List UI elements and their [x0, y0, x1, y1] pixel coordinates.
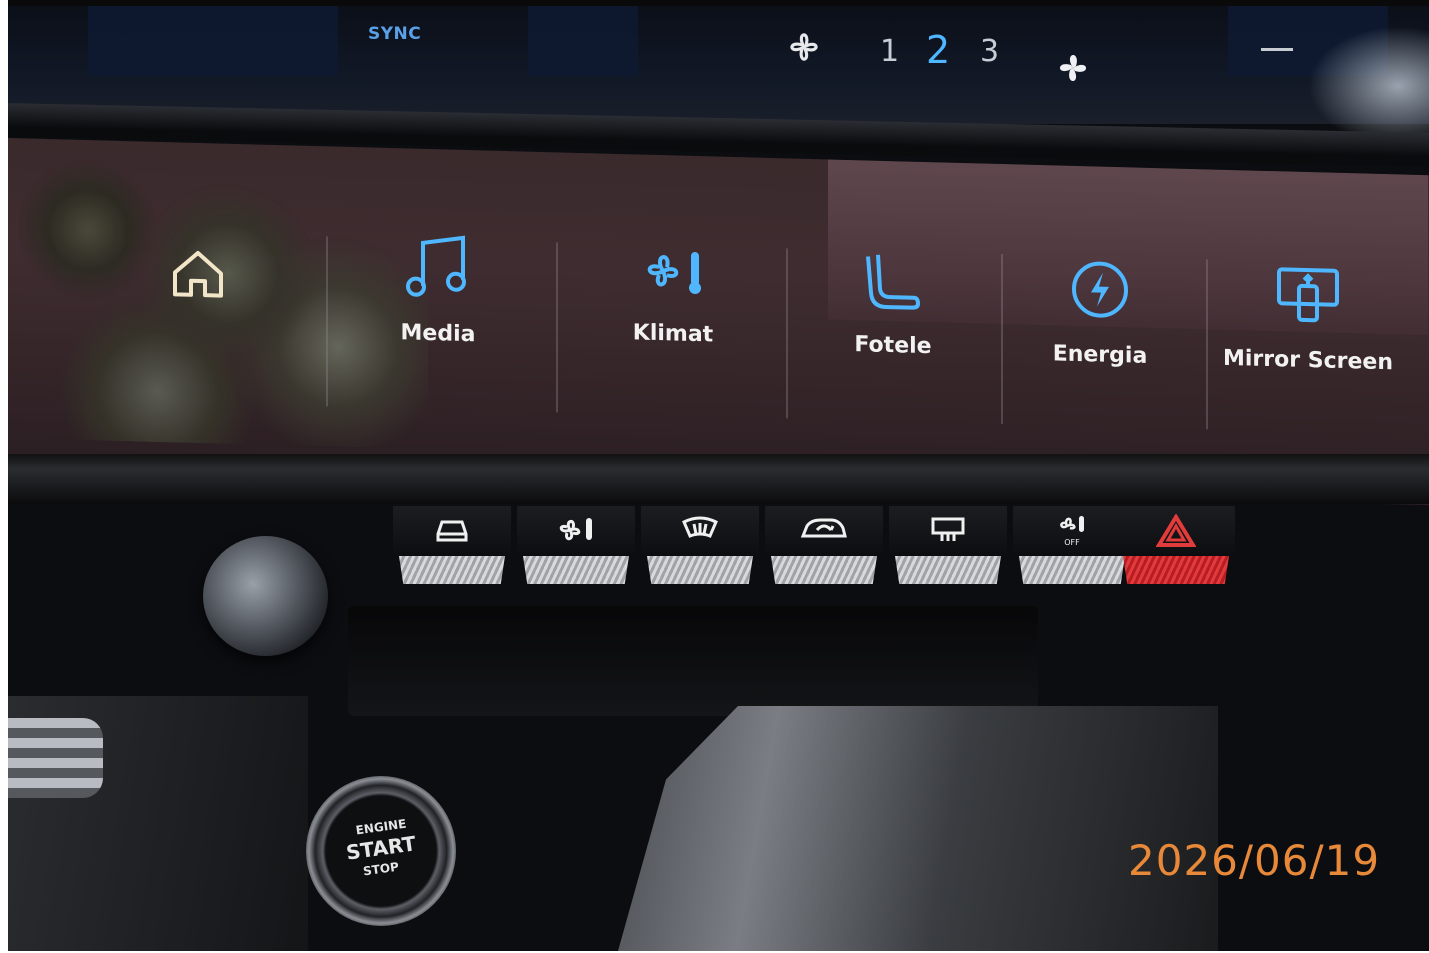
sync-button[interactable]: SYNC [368, 24, 421, 44]
mirror-screen-icon [1277, 267, 1339, 323]
temperature-minus-button[interactable] [1261, 48, 1293, 51]
car-settings-button[interactable] [393, 506, 511, 592]
music-note-icon [406, 235, 466, 297]
menu-tile-mirror-screen[interactable]: Mirror Screen [1198, 261, 1418, 417]
tile-divider [556, 242, 558, 413]
tile-divider [786, 248, 788, 419]
climate-off-button[interactable]: OFF [1013, 506, 1131, 592]
menu-tile-label: Klimat [632, 320, 714, 348]
display-pane [88, 6, 338, 76]
center-console [618, 706, 1218, 951]
rear-defrost-icon [931, 517, 965, 541]
light-glare [1308, 26, 1429, 146]
home-icon [173, 250, 223, 298]
lightning-icon [1072, 261, 1128, 318]
menu-tile-label: Media [400, 320, 476, 348]
button-strip [647, 556, 753, 584]
off-label: OFF [1064, 538, 1080, 547]
fan-temp-icon [559, 518, 592, 541]
button-strip [895, 556, 1001, 584]
menu-tile-home[interactable] [98, 240, 298, 395]
display-pane [528, 6, 638, 76]
fan-speed-1[interactable]: 1 [880, 34, 899, 69]
upper-display: SYNC 1 2 3 [8, 6, 1429, 146]
climate-button[interactable] [517, 506, 635, 592]
car-icon [436, 520, 468, 542]
button-strip [523, 556, 629, 584]
menu-tile-energia[interactable]: Energia [1000, 254, 1200, 409]
lower-bezel [8, 454, 1429, 504]
tile-divider [326, 236, 328, 407]
menu-tile-fotele[interactable]: Fotele [793, 247, 993, 402]
button-strip [1123, 556, 1229, 584]
fan-speed-3[interactable]: 3 [980, 34, 999, 69]
hazard-button[interactable] [1117, 506, 1235, 592]
fan-speed-2[interactable]: 2 [926, 28, 950, 72]
car-dashboard-photo: SYNC 1 2 3 Media Klimat Fotele Energia M… [8, 6, 1429, 951]
hardware-button-row: OFF [393, 506, 1253, 592]
menu-tile-label: Fotele [854, 332, 932, 360]
rear-defrost-button[interactable] [889, 506, 1007, 592]
climate-off-icon: OFF [1060, 516, 1084, 547]
hazard-icon [1156, 514, 1196, 547]
seat-icon [866, 254, 920, 310]
recirculation-button[interactable] [765, 506, 883, 592]
engine-start-stop-button[interactable]: ENGINE START STOP [306, 776, 456, 926]
fan-max-icon[interactable] [1053, 48, 1093, 88]
button-strip [1019, 556, 1125, 584]
touch-panel: Media Klimat Fotele Energia Mirror Scree… [8, 138, 1429, 506]
air-vent [8, 718, 103, 798]
storage-tray [348, 606, 1038, 716]
volume-knob[interactable] [203, 536, 328, 656]
photo-date-stamp: 2026/06/19 [1128, 836, 1381, 885]
front-defrost-button[interactable] [641, 506, 759, 592]
fan-thermometer-icon [647, 251, 701, 294]
button-strip [771, 556, 877, 584]
menu-tile-label: Energia [1052, 341, 1148, 369]
front-defrost-icon [682, 516, 718, 538]
menu-tile-label [98, 320, 298, 325]
air-recirculation-icon [800, 518, 847, 538]
menu-tile-media[interactable]: Media [338, 229, 538, 384]
menu-tile-label: Mirror Screen [1223, 345, 1393, 376]
menu-tile-klimat[interactable]: Klimat [573, 239, 773, 394]
button-strip [399, 556, 505, 584]
fan-icon [790, 33, 818, 61]
